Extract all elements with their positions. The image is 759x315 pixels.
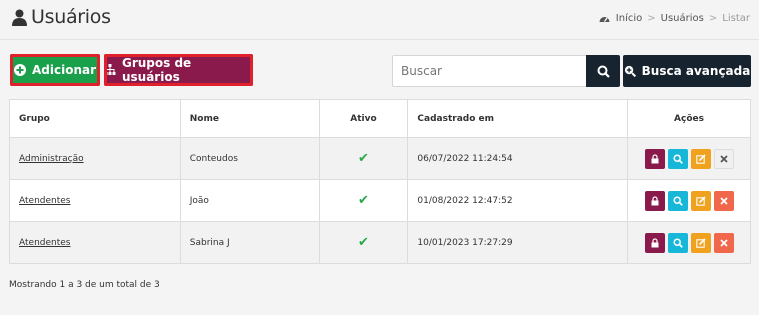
delete-button-disabled: [713, 148, 734, 169]
search-icon: [672, 237, 683, 248]
cell-nome: João: [179, 179, 320, 222]
column-header-grupo[interactable]: Grupo: [9, 99, 181, 138]
user-groups-button[interactable]: Grupos de usuários: [104, 54, 253, 86]
view-button[interactable]: [667, 232, 688, 253]
close-icon: [719, 154, 728, 163]
table-row: Administração Conteudos ✔ 06/07/2022 11:…: [9, 137, 751, 180]
sitemap-icon: [104, 64, 116, 75]
row-actions: [637, 232, 741, 253]
lock-icon: [651, 195, 658, 205]
row-actions: [637, 148, 741, 169]
breadcrumb: Início > Usuários > Listar: [599, 13, 750, 24]
cell-cadastrado: 06/07/2022 11:24:54: [407, 137, 629, 180]
edit-icon: [695, 237, 706, 248]
edit-button[interactable]: [690, 232, 711, 253]
column-header-ativo[interactable]: Ativo: [318, 99, 409, 138]
delete-button[interactable]: [713, 190, 734, 211]
row-actions: [637, 190, 741, 211]
table-row: Atendentes Sabrina J ✔ 10/01/2023 17:27:…: [9, 221, 751, 264]
page-title: Usuários: [12, 6, 111, 28]
edit-button[interactable]: [690, 190, 711, 211]
search-input[interactable]: [392, 55, 586, 87]
search-plus-icon: [624, 65, 636, 77]
page-header: Usuários Início > Usuários > Listar: [0, 0, 759, 40]
column-header-nome[interactable]: Nome: [179, 99, 320, 138]
permissions-button[interactable]: [644, 232, 665, 253]
breadcrumb-separator: >: [708, 13, 718, 24]
delete-button[interactable]: [713, 232, 734, 253]
active-check-icon: ✔: [358, 193, 369, 208]
edit-icon: [695, 195, 706, 206]
search-button[interactable]: [586, 55, 620, 87]
search-icon: [597, 65, 610, 78]
table-header-row: Grupo Nome Ativo Cadastrado em Ações: [9, 99, 751, 138]
breadcrumb-home[interactable]: Início: [616, 13, 642, 24]
advanced-search-label: Busca avançada: [641, 64, 751, 78]
close-icon: [719, 196, 728, 205]
advanced-search-button[interactable]: Busca avançada: [623, 55, 751, 87]
edit-button[interactable]: [690, 148, 711, 169]
group-link[interactable]: Administração: [19, 154, 84, 164]
breadcrumb-current: Listar: [722, 13, 750, 24]
add-button[interactable]: Adicionar: [10, 54, 100, 86]
search-icon: [672, 153, 683, 164]
cell-cadastrado: 01/08/2022 12:47:52: [407, 179, 629, 222]
breadcrumb-usuarios[interactable]: Usuários: [661, 13, 704, 24]
column-header-acoes: Ações: [627, 99, 751, 138]
permissions-button[interactable]: [644, 190, 665, 211]
plus-circle-icon: [13, 64, 26, 76]
cell-nome: Conteudos: [179, 137, 320, 180]
column-header-cadastrado[interactable]: Cadastrado em: [407, 99, 629, 138]
lock-icon: [651, 153, 658, 163]
add-button-label: Adicionar: [31, 63, 97, 77]
user-groups-button-label: Grupos de usuários: [121, 56, 192, 84]
edit-icon: [695, 153, 706, 164]
breadcrumb-separator: >: [647, 13, 656, 24]
search-icon: [672, 195, 683, 206]
active-check-icon: ✔: [358, 151, 369, 166]
close-icon: [719, 238, 728, 247]
view-button[interactable]: [667, 190, 688, 211]
page-title-text: Usuários: [31, 6, 111, 28]
group-link[interactable]: Atendentes: [19, 238, 70, 248]
cell-nome: Sabrina J: [179, 221, 320, 264]
active-check-icon: ✔: [358, 235, 369, 250]
cell-cadastrado: 10/01/2023 17:27:29: [407, 221, 629, 264]
group-link[interactable]: Atendentes: [19, 196, 70, 206]
dashboard-icon: [599, 16, 610, 22]
lock-icon: [651, 237, 658, 247]
search-group: [392, 55, 620, 87]
user-icon: [12, 9, 27, 26]
table-row: Atendentes João ✔ 01/08/2022 12:47:52: [9, 179, 751, 222]
permissions-button[interactable]: [644, 148, 665, 169]
view-button[interactable]: [667, 148, 688, 169]
pagination-info: Mostrando 1 a 3 de um total de 3: [9, 280, 160, 290]
users-table: Grupo Nome Ativo Cadastrado em Ações Adm…: [9, 99, 751, 264]
